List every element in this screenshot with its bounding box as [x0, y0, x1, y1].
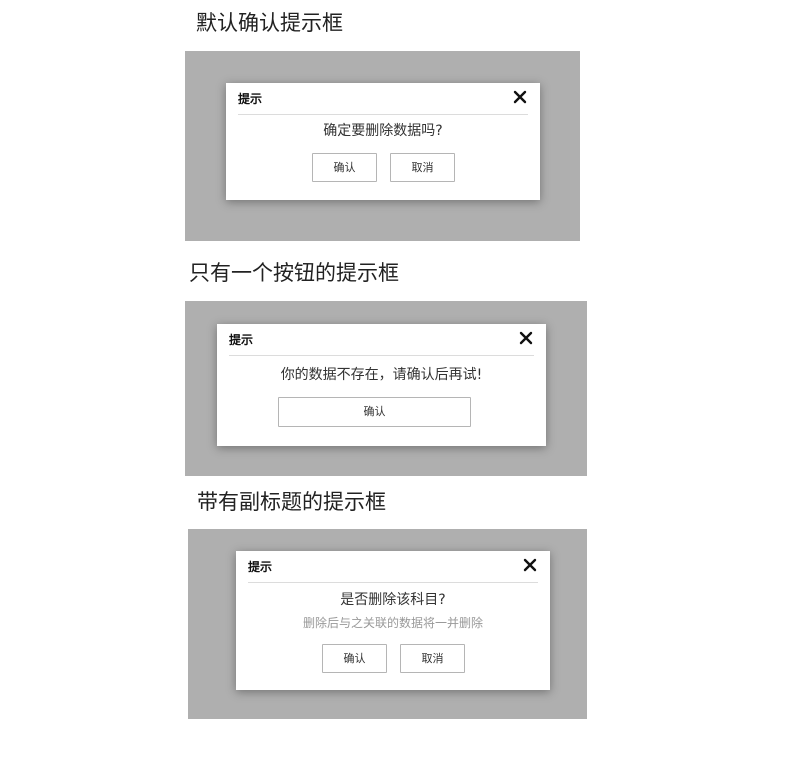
confirm-button[interactable]: 确认: [312, 153, 377, 182]
modal-overlay-with-subtitle: 提示 是否删除该科目? 删除后与之关联的数据将一并删除 确认 取消: [188, 529, 587, 719]
confirm-dialog: 提示 确定要删除数据吗? 确认 取消: [226, 83, 540, 200]
dialog-header: 提示: [229, 324, 534, 356]
dialog-header: 提示: [238, 83, 528, 115]
confirm-button[interactable]: 确认: [278, 397, 471, 427]
modal-overlay-single-button: 提示 你的数据不存在，请确认后再试! 确认: [185, 301, 587, 476]
section-heading-default-confirm: 默认确认提示框: [196, 11, 343, 35]
cancel-button[interactable]: 取消: [390, 153, 455, 182]
dialog-subtitle: 删除后与之关联的数据将一并删除: [302, 616, 483, 630]
close-icon[interactable]: [518, 330, 534, 346]
dialog-title: 提示: [248, 560, 273, 574]
dialog-message: 你的数据不存在，请确认后再试!: [280, 367, 483, 383]
close-icon[interactable]: [512, 89, 528, 105]
alert-dialog: 提示 你的数据不存在，请确认后再试! 确认: [217, 324, 546, 446]
modal-overlay-default-confirm: 提示 确定要删除数据吗? 确认 取消: [185, 51, 580, 241]
cancel-button[interactable]: 取消: [400, 644, 465, 673]
section-heading-with-subtitle: 带有副标题的提示框: [197, 490, 386, 514]
dialog-message: 确定要删除数据吗?: [323, 123, 443, 139]
dialog-message: 是否删除该科目?: [340, 592, 446, 608]
dialog-header: 提示: [248, 551, 538, 583]
section-heading-single-button: 只有一个按钮的提示框: [189, 261, 399, 285]
dialog-title: 提示: [229, 333, 254, 347]
confirm-dialog-with-subtitle: 提示 是否删除该科目? 删除后与之关联的数据将一并删除 确认 取消: [236, 551, 550, 690]
dialog-title: 提示: [238, 92, 263, 106]
close-icon[interactable]: [522, 557, 538, 573]
confirm-button[interactable]: 确认: [322, 644, 387, 673]
